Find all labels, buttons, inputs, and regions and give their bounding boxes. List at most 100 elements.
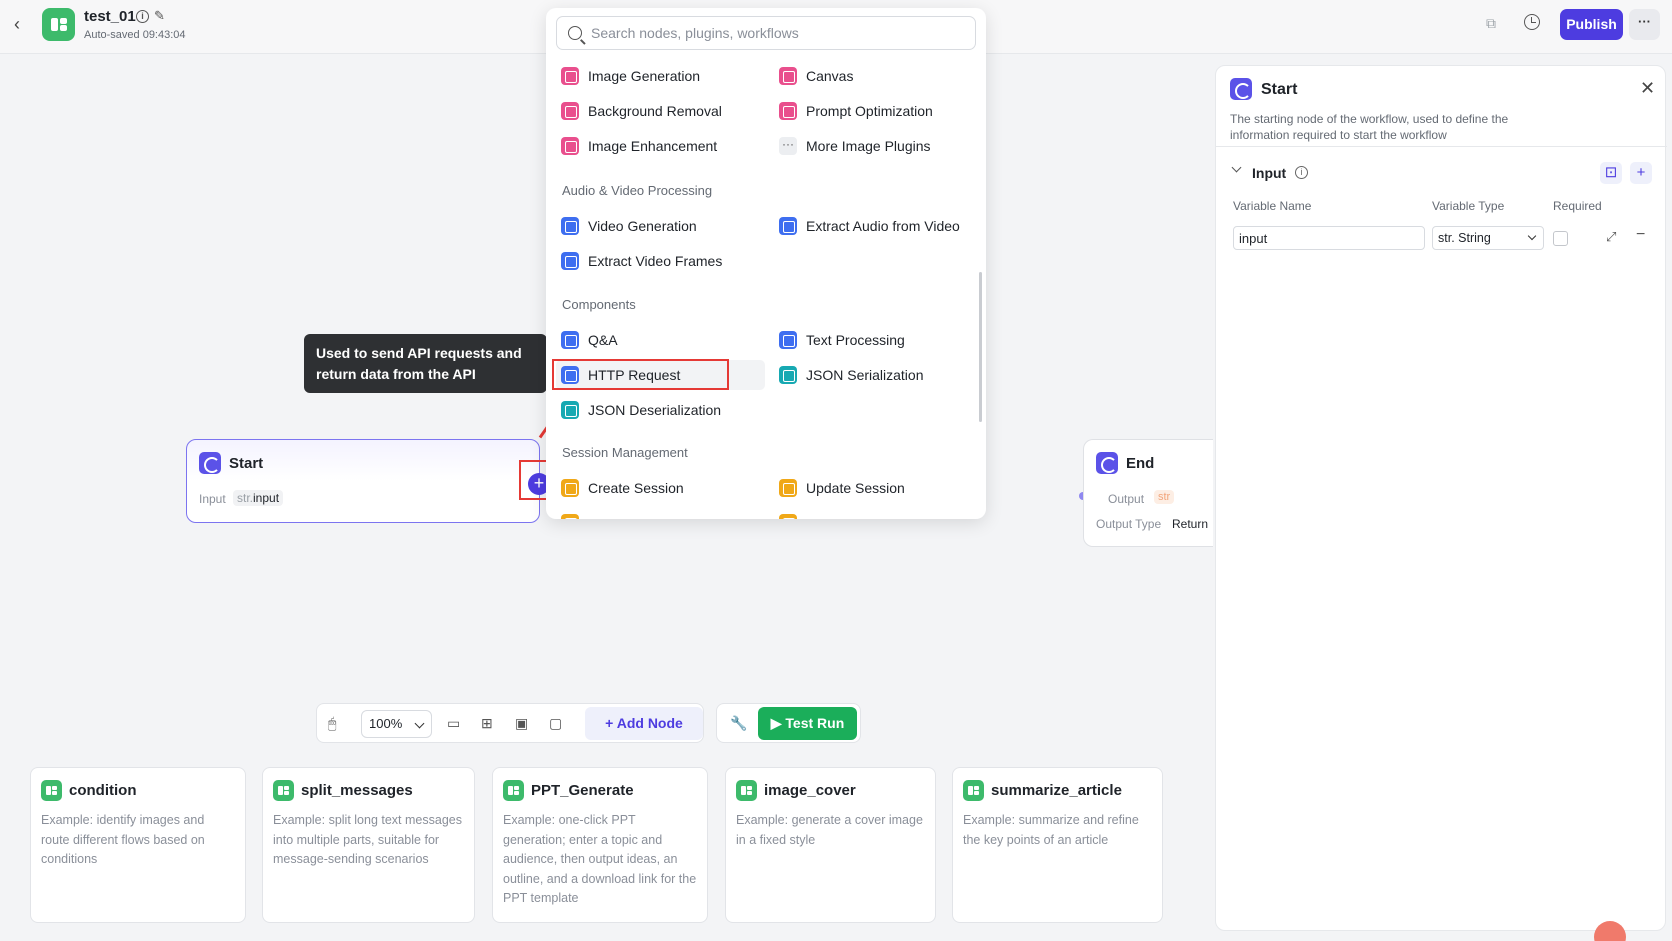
end-node-output-type-tag: str bbox=[1154, 490, 1175, 504]
picker-item-image-enhancement[interactable]: Image Enhancement bbox=[561, 131, 761, 161]
more-icon bbox=[779, 137, 797, 155]
picker-item-video-generation[interactable]: Video Generation bbox=[561, 211, 761, 241]
picker-item-more-image-plugins[interactable]: More Image Plugins bbox=[779, 131, 979, 161]
picker-item-label: Canvas bbox=[806, 68, 854, 84]
section-components: Components bbox=[562, 297, 636, 312]
picker-item-label: Text Processing bbox=[806, 332, 905, 348]
video-generation-icon bbox=[561, 217, 579, 235]
search-input[interactable] bbox=[591, 23, 961, 43]
picker-item-label: JSON Serialization bbox=[806, 367, 924, 383]
info-icon[interactable]: i bbox=[136, 10, 149, 23]
picker-item-partial bbox=[561, 508, 579, 519]
template-icon bbox=[41, 780, 62, 801]
info-icon[interactable]: i bbox=[1295, 166, 1308, 179]
picker-item-qa[interactable]: Q&A bbox=[561, 325, 761, 355]
picker-item-label: Prompt Optimization bbox=[806, 103, 933, 119]
picker-item-label: Extract Audio from Video bbox=[806, 218, 960, 234]
template-title: split_messages bbox=[301, 782, 413, 799]
add-node-button[interactable]: + Add Node bbox=[585, 707, 703, 740]
json-serialization-icon bbox=[779, 366, 797, 384]
import-variables-button[interactable]: ⊡ bbox=[1600, 162, 1622, 184]
autosave-status: Auto-saved 09:43:04 bbox=[84, 29, 186, 41]
template-icon bbox=[503, 780, 524, 801]
picker-item-image-generation[interactable]: Image Generation bbox=[561, 61, 761, 91]
start-node[interactable]: Start Input str.input bbox=[186, 439, 540, 523]
end-node-output-type-value: Return bbox=[1172, 517, 1209, 531]
pointer-mode-icon[interactable]: 🖱 bbox=[328, 715, 336, 732]
picker-item-label: Image Enhancement bbox=[588, 138, 718, 154]
end-node-output-label: Output bbox=[1108, 492, 1145, 506]
template-title: condition bbox=[69, 782, 137, 799]
highlight-http-request bbox=[552, 359, 729, 390]
variable-name-input[interactable] bbox=[1233, 226, 1425, 250]
start-node-title: Start bbox=[229, 455, 264, 472]
picker-item-label: Background Removal bbox=[588, 103, 722, 119]
picker-item-label: Video Generation bbox=[588, 218, 697, 234]
chevron-down-icon[interactable] bbox=[1231, 162, 1242, 173]
template-icon bbox=[736, 780, 757, 801]
add-variable-button[interactable]: + bbox=[1630, 162, 1652, 184]
section-session-management: Session Management bbox=[562, 445, 688, 460]
end-node[interactable]: End Output str Output Type Return bbox=[1083, 439, 1213, 547]
zoom-select[interactable]: 100% bbox=[361, 710, 432, 738]
picker-item-label: Update Session bbox=[806, 480, 905, 496]
text-processing-icon bbox=[779, 331, 797, 349]
divider bbox=[1216, 146, 1667, 147]
extract-frames-icon bbox=[561, 252, 579, 270]
expand-icon[interactable]: ⤢ bbox=[1606, 229, 1616, 245]
picker-item-label: Q&A bbox=[588, 332, 618, 348]
test-run-button[interactable]: ▶ Test Run bbox=[758, 707, 857, 740]
publish-button[interactable]: Publish bbox=[1560, 9, 1623, 40]
close-icon[interactable]: ✕ bbox=[1640, 78, 1655, 99]
copy-icon[interactable]: ⧉ bbox=[1486, 15, 1496, 32]
picker-item-label: JSON Deserialization bbox=[588, 402, 722, 418]
chip-variable: input bbox=[253, 491, 280, 505]
template-card-image-cover[interactable]: image_cover Example: generate a cover im… bbox=[725, 767, 936, 923]
picker-item-json-deserialization[interactable]: JSON Deserialization bbox=[561, 395, 761, 425]
image-enhancement-icon bbox=[561, 137, 579, 155]
column-variable-name: Variable Name bbox=[1233, 199, 1312, 213]
update-session-icon bbox=[779, 479, 797, 497]
variable-type-select[interactable]: str. String bbox=[1432, 226, 1544, 250]
template-description: Example: generate a cover image in a fix… bbox=[736, 813, 923, 847]
required-checkbox[interactable] bbox=[1553, 231, 1568, 246]
picker-item-text-processing[interactable]: Text Processing bbox=[779, 325, 979, 355]
canvas-icon bbox=[779, 67, 797, 85]
picker-item-json-serialization[interactable]: JSON Serialization bbox=[779, 360, 979, 390]
remove-variable-icon[interactable]: − bbox=[1636, 226, 1645, 244]
picker-item-background-removal[interactable]: Background Removal bbox=[561, 96, 761, 126]
picker-item-partial bbox=[779, 508, 797, 519]
picker-item-prompt-optimization[interactable]: Prompt Optimization bbox=[779, 96, 979, 126]
create-session-icon bbox=[561, 479, 579, 497]
image-icon[interactable]: ▣ bbox=[515, 715, 528, 732]
chip-type-prefix: str. bbox=[237, 491, 254, 505]
template-card-condition[interactable]: condition Example: identify images and r… bbox=[30, 767, 246, 923]
workflow-logo-icon bbox=[42, 8, 75, 41]
template-card-ppt-generate[interactable]: PPT_Generate Example: one-click PPT gene… bbox=[492, 767, 708, 923]
grid-icon[interactable]: ⊞ bbox=[481, 715, 493, 732]
json-deserialization-icon bbox=[561, 401, 579, 419]
section-audio-video: Audio & Video Processing bbox=[562, 183, 713, 198]
template-description: Example: split long text messages into m… bbox=[273, 813, 462, 866]
workflow-name: test_01 bbox=[84, 8, 136, 25]
picker-item-create-session[interactable]: Create Session bbox=[561, 473, 761, 503]
picker-item-extract-audio[interactable]: Extract Audio from Video bbox=[779, 211, 979, 241]
minimap-icon[interactable]: ▢ bbox=[549, 715, 562, 732]
edit-icon[interactable]: ✎ bbox=[154, 8, 165, 24]
more-options-button[interactable]: ··· bbox=[1629, 9, 1660, 40]
picker-item-update-session[interactable]: Update Session bbox=[779, 473, 979, 503]
template-card-summarize-article[interactable]: summarize_article Example: summarize and… bbox=[952, 767, 1163, 923]
picker-item-extract-frames[interactable]: Extract Video Frames bbox=[561, 246, 761, 276]
picker-item-canvas[interactable]: Canvas bbox=[779, 61, 979, 91]
template-description: Example: identify images and route diffe… bbox=[41, 813, 205, 866]
session-icon bbox=[779, 514, 797, 519]
comment-icon[interactable]: ▭ bbox=[447, 715, 460, 732]
picker-scrollbar[interactable] bbox=[979, 272, 982, 422]
history-icon[interactable] bbox=[1524, 14, 1540, 30]
picker-item-label: Extract Video Frames bbox=[588, 253, 723, 269]
template-icon bbox=[963, 780, 984, 801]
template-card-split-messages[interactable]: split_messages Example: split long text … bbox=[262, 767, 475, 923]
wrench-icon[interactable]: 🔧 bbox=[730, 715, 747, 732]
search-box[interactable] bbox=[556, 16, 976, 50]
back-icon[interactable]: ‹ bbox=[14, 14, 32, 34]
